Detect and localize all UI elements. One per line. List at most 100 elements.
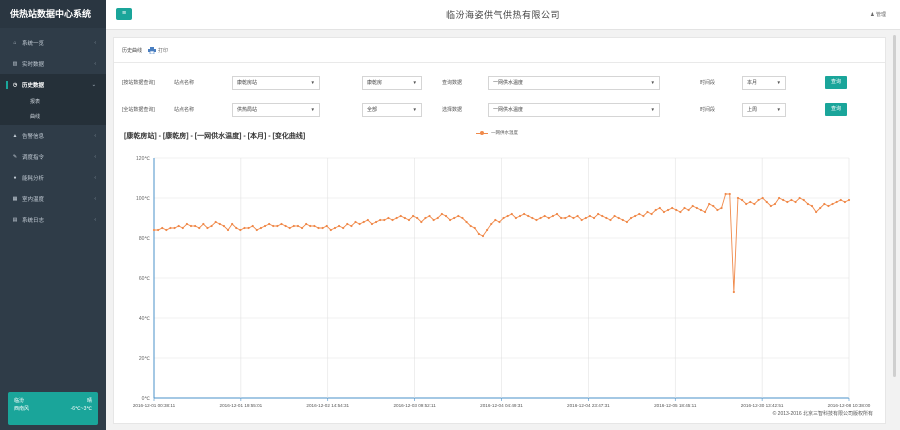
company-title: 临汾海姿供气供热有限公司: [445, 10, 560, 20]
sidebar-item-dispatch[interactable]: ✎ 调度指令 ‹: [0, 146, 106, 167]
data-point: [305, 222, 308, 226]
chevron-left-icon: ‹: [94, 153, 96, 160]
data-point: [411, 214, 415, 218]
sidebar-item-label: 实时数据: [22, 61, 45, 68]
data-point: [440, 212, 443, 216]
data-point: [268, 222, 271, 226]
sidebar-item-label: 系统日志: [22, 217, 45, 224]
data-point: [506, 214, 509, 218]
data-point: [555, 212, 559, 216]
data-point: [243, 226, 246, 230]
data-point: [189, 224, 193, 228]
data-point: [457, 214, 460, 218]
data-point: [436, 216, 439, 220]
data-point: [769, 204, 772, 208]
data-point: [794, 200, 797, 204]
data-point: [350, 224, 353, 228]
data-point: [728, 192, 731, 196]
data-point: [568, 214, 571, 218]
y-tick-label: 0℃: [142, 396, 151, 402]
data-point: [325, 224, 328, 228]
data-point: [490, 222, 493, 226]
sidebar-item-overview[interactable]: ⌂ 系统一览 ‹: [0, 32, 106, 53]
data-point: [732, 290, 735, 294]
data-point: [465, 220, 468, 224]
home-icon: ⌂: [13, 39, 17, 46]
data-point: [687, 208, 690, 212]
data-point: [177, 224, 180, 228]
data-point: [666, 208, 670, 212]
sidebar-item-indoor[interactable]: ▦ 室内温度 ‹: [0, 188, 106, 209]
sidebar-item-realtime[interactable]: ▥ 实时数据 ‹: [0, 53, 106, 74]
data-point: [379, 218, 382, 222]
data-point: [560, 216, 563, 220]
data-point: [671, 206, 674, 210]
sidebar-item-alarm[interactable]: ▲ 告警信息 ‹: [0, 125, 106, 146]
data-point: [782, 198, 785, 202]
data-point: [448, 218, 452, 222]
data-point: [802, 198, 805, 202]
data-point: [165, 228, 168, 232]
sidebar-item-analysis[interactable]: ● 能耗分析 ‹: [0, 167, 106, 188]
data-point: [745, 202, 748, 206]
data-point: [272, 224, 275, 228]
copyright: © 2013-2016 北京三智科技有限公司版权所有: [772, 411, 873, 417]
data-point: [535, 218, 538, 222]
data-point: [469, 224, 472, 228]
data-point: [695, 206, 698, 210]
y-tick-label: 40℃: [139, 316, 151, 322]
x-tick-label: 2016-12-04 04:49:31: [480, 403, 523, 408]
chevron-left-icon: ‹: [94, 132, 96, 139]
user-menu[interactable]: ♟ 管理: [870, 11, 886, 18]
data-point: [428, 214, 431, 218]
data-point: [765, 200, 768, 204]
sidebar-subitem-report[interactable]: 报表: [0, 95, 106, 110]
data-point: [551, 214, 555, 218]
data-point: [391, 218, 394, 222]
data-point: [543, 214, 546, 218]
data-point: [827, 204, 830, 208]
data-point: [157, 228, 160, 232]
data-point: [370, 222, 374, 226]
y-tick-label: 80℃: [139, 236, 151, 242]
data-point: [218, 222, 221, 226]
data-point: [152, 228, 156, 232]
log-icon: ▤: [12, 216, 18, 223]
data-point: [539, 216, 542, 220]
sidebar-subitem-curve[interactable]: 曲线: [0, 110, 106, 125]
data-point: [518, 214, 522, 218]
data-point: [761, 196, 764, 200]
data-point: [823, 202, 826, 206]
sidebar-item-label: 历史数据: [22, 82, 45, 89]
data-point: [510, 212, 513, 216]
data-point: [798, 196, 801, 200]
data-point: [724, 192, 727, 196]
data-point: [185, 222, 188, 226]
data-point: [206, 226, 209, 230]
data-point: [333, 226, 337, 230]
chevron-left-icon: ‹: [94, 195, 96, 202]
data-point: [235, 226, 238, 230]
data-point: [481, 234, 485, 238]
weather-condition: 晴: [86, 398, 92, 404]
data-point: [354, 220, 357, 224]
data-point: [613, 214, 616, 218]
data-point: [259, 226, 263, 230]
sidebar-item-history[interactable]: ◷ 历史数据 ⌄: [0, 74, 106, 95]
data-point: [424, 216, 427, 220]
data-point: [572, 216, 575, 220]
data-point: [210, 224, 213, 228]
data-point: [691, 204, 694, 208]
sidebar: 供热站数据中心系统 ⌂ 系统一览 ‹ ▥ 实时数据 ‹ ◷ 历史数据 ⌄ 报表 曲线 ▲ 告警…: [0, 0, 106, 430]
data-point: [416, 216, 419, 220]
scrollbar[interactable]: [893, 35, 896, 377]
x-tick-label: 2016-12-05 18:45:11: [654, 403, 697, 408]
line-chart: 0℃ 20℃ 40℃ 60℃ 80℃ 100℃ 120℃ 2016-12-01 00:38:1…: [133, 156, 871, 408]
weather-location: 临汾: [14, 398, 25, 404]
data-point: [300, 226, 304, 230]
data-point: [453, 216, 456, 220]
sidebar-item-log[interactable]: ▤ 系统日志 ‹: [0, 209, 106, 230]
data-point: [280, 222, 283, 226]
data-point: [263, 224, 267, 228]
data-point: [527, 214, 530, 218]
